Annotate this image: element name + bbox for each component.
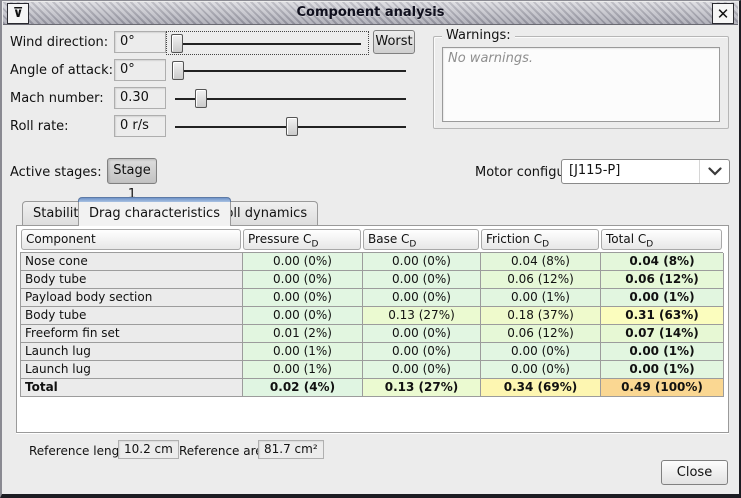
close-button[interactable]: Close — [661, 460, 728, 485]
motor-configuration-value: [J115-P] — [569, 163, 620, 178]
value-cell: 0.18 (37%) — [481, 307, 601, 325]
slider-track — [175, 98, 406, 100]
value-cell: 0.00 (0%) — [363, 361, 481, 379]
column-header-component[interactable]: Component — [21, 229, 241, 250]
warnings-list[interactable]: No warnings. — [442, 47, 720, 122]
component-name-cell: Launch lug — [21, 361, 243, 379]
value-cell: 0.04 (8%) — [601, 253, 724, 271]
warnings-title: Warnings: — [442, 28, 515, 43]
reference-area-value: 81.7 cm² — [258, 440, 324, 459]
value-cell: 0.06 (12%) — [481, 325, 601, 343]
table-row[interactable]: Body tube0.00 (0%)0.00 (0%)0.06 (12%)0.0… — [21, 271, 723, 289]
value-cell: 0.01 (2%) — [243, 325, 363, 343]
value-cell: 0.00 (0%) — [363, 271, 481, 289]
mach-number-slider[interactable] — [168, 87, 413, 111]
drag-characteristics-panel: Component Pressure CD Base CD Friction C… — [16, 225, 729, 433]
value-cell: 0.06 (12%) — [481, 271, 601, 289]
column-header-total-cd[interactable]: Total CD — [601, 229, 722, 250]
value-cell: 0.00 (0%) — [363, 325, 481, 343]
value-cell: 0.00 (0%) — [363, 289, 481, 307]
active-stages-label: Active stages: — [10, 165, 102, 180]
component-name-cell: Payload body section — [21, 289, 243, 307]
value-cell: 0.04 (8%) — [481, 253, 601, 271]
table-row[interactable]: Total0.02 (4%)0.13 (27%)0.34 (69%)0.49 (… — [21, 379, 723, 397]
column-header-base-cd[interactable]: Base CD — [363, 229, 479, 250]
mach-number-field[interactable]: 0.30 — [114, 87, 166, 109]
slider-thumb[interactable] — [172, 61, 184, 80]
table-row[interactable]: Payload body section0.00 (0%)0.00 (0%)0.… — [21, 289, 723, 307]
component-name-cell: Launch lug — [21, 343, 243, 361]
slider-track — [174, 43, 361, 45]
angle-of-attack-label: Angle of attack: — [10, 63, 113, 78]
reference-length-value: 10.2 cm — [118, 440, 179, 459]
wind-direction-field[interactable]: 0° — [114, 31, 166, 53]
value-cell: 0.07 (14%) — [601, 325, 724, 343]
chevron-down-icon — [699, 160, 729, 183]
value-cell: 0.00 (1%) — [601, 289, 724, 307]
value-cell: 0.31 (63%) — [601, 307, 724, 325]
column-header-pressure-cd[interactable]: Pressure CD — [243, 229, 361, 250]
value-cell: 0.49 (100%) — [601, 379, 724, 397]
column-header-friction-cd[interactable]: Friction CD — [481, 229, 599, 250]
value-cell: 0.06 (12%) — [601, 271, 724, 289]
value-cell: 0.34 (69%) — [481, 379, 601, 397]
value-cell: 0.00 (0%) — [363, 253, 481, 271]
window-title: Component analysis — [3, 5, 738, 20]
value-cell: 0.00 (1%) — [601, 343, 724, 361]
roll-rate-slider[interactable] — [168, 115, 413, 139]
component-analysis-dialog: ⊽ Component analysis ✕ Wind direction: A… — [0, 0, 741, 498]
component-name-cell: Body tube — [21, 307, 243, 325]
table-row[interactable]: Body tube0.00 (0%)0.13 (27%)0.18 (37%)0.… — [21, 307, 723, 325]
window-close-button[interactable]: ✕ — [712, 3, 734, 24]
table-row[interactable]: Launch lug0.00 (1%)0.00 (0%)0.00 (0%)0.0… — [21, 361, 723, 379]
wind-direction-slider[interactable] — [166, 31, 369, 55]
motor-configuration-select[interactable]: [J115-P] — [561, 159, 730, 184]
value-cell: 0.00 (0%) — [481, 361, 601, 379]
angle-of-attack-slider[interactable] — [168, 59, 413, 83]
value-cell: 0.00 (1%) — [243, 361, 363, 379]
title-bar[interactable]: ⊽ Component analysis ✕ — [3, 2, 738, 25]
value-cell: 0.00 (0%) — [243, 253, 363, 271]
stage-1-toggle-button[interactable]: Stage 1 — [107, 158, 157, 184]
slider-thumb[interactable] — [286, 117, 298, 136]
component-name-cell: Nose cone — [21, 253, 243, 271]
component-name-cell: Total — [21, 379, 243, 397]
value-cell: 0.13 (27%) — [363, 379, 481, 397]
slider-track — [175, 70, 406, 72]
mach-number-label: Mach number: — [10, 91, 104, 106]
roll-rate-field[interactable]: 0 r/s — [114, 115, 166, 137]
value-cell: 0.00 (0%) — [363, 343, 481, 361]
drag-table: Component Pressure CD Base CD Friction C… — [20, 229, 723, 397]
worst-button[interactable]: Worst — [373, 30, 415, 54]
roll-rate-label: Roll rate: — [10, 119, 69, 134]
no-warnings-text: No warnings. — [448, 51, 533, 66]
value-cell: 0.02 (4%) — [243, 379, 363, 397]
value-cell: 0.00 (1%) — [243, 343, 363, 361]
component-name-cell: Freeform fin set — [21, 325, 243, 343]
wind-direction-label: Wind direction: — [10, 35, 108, 50]
slider-thumb[interactable] — [195, 89, 207, 108]
value-cell: 0.00 (0%) — [481, 343, 601, 361]
table-row[interactable]: Freeform fin set0.01 (2%)0.00 (0%)0.06 (… — [21, 325, 723, 343]
table-header: Component Pressure CD Base CD Friction C… — [20, 229, 723, 252]
table-row[interactable]: Nose cone0.00 (0%)0.00 (0%)0.04 (8%)0.04… — [21, 253, 723, 271]
slider-thumb[interactable] — [171, 34, 183, 53]
close-icon: ✕ — [717, 5, 730, 23]
tab-drag-characteristics[interactable]: Drag characteristics — [78, 197, 231, 226]
angle-of-attack-field[interactable]: 0° — [114, 59, 166, 81]
value-cell: 0.00 (0%) — [243, 271, 363, 289]
table-body: Nose cone0.00 (0%)0.00 (0%)0.04 (8%)0.04… — [20, 252, 723, 397]
table-row[interactable]: Launch lug0.00 (1%)0.00 (0%)0.00 (0%)0.0… — [21, 343, 723, 361]
value-cell: 0.00 (0%) — [243, 289, 363, 307]
value-cell: 0.13 (27%) — [363, 307, 481, 325]
component-name-cell: Body tube — [21, 271, 243, 289]
value-cell: 0.00 (1%) — [601, 361, 724, 379]
value-cell: 0.00 (1%) — [481, 289, 601, 307]
warnings-group: Warnings: No warnings. — [433, 36, 729, 129]
value-cell: 0.00 (0%) — [243, 307, 363, 325]
